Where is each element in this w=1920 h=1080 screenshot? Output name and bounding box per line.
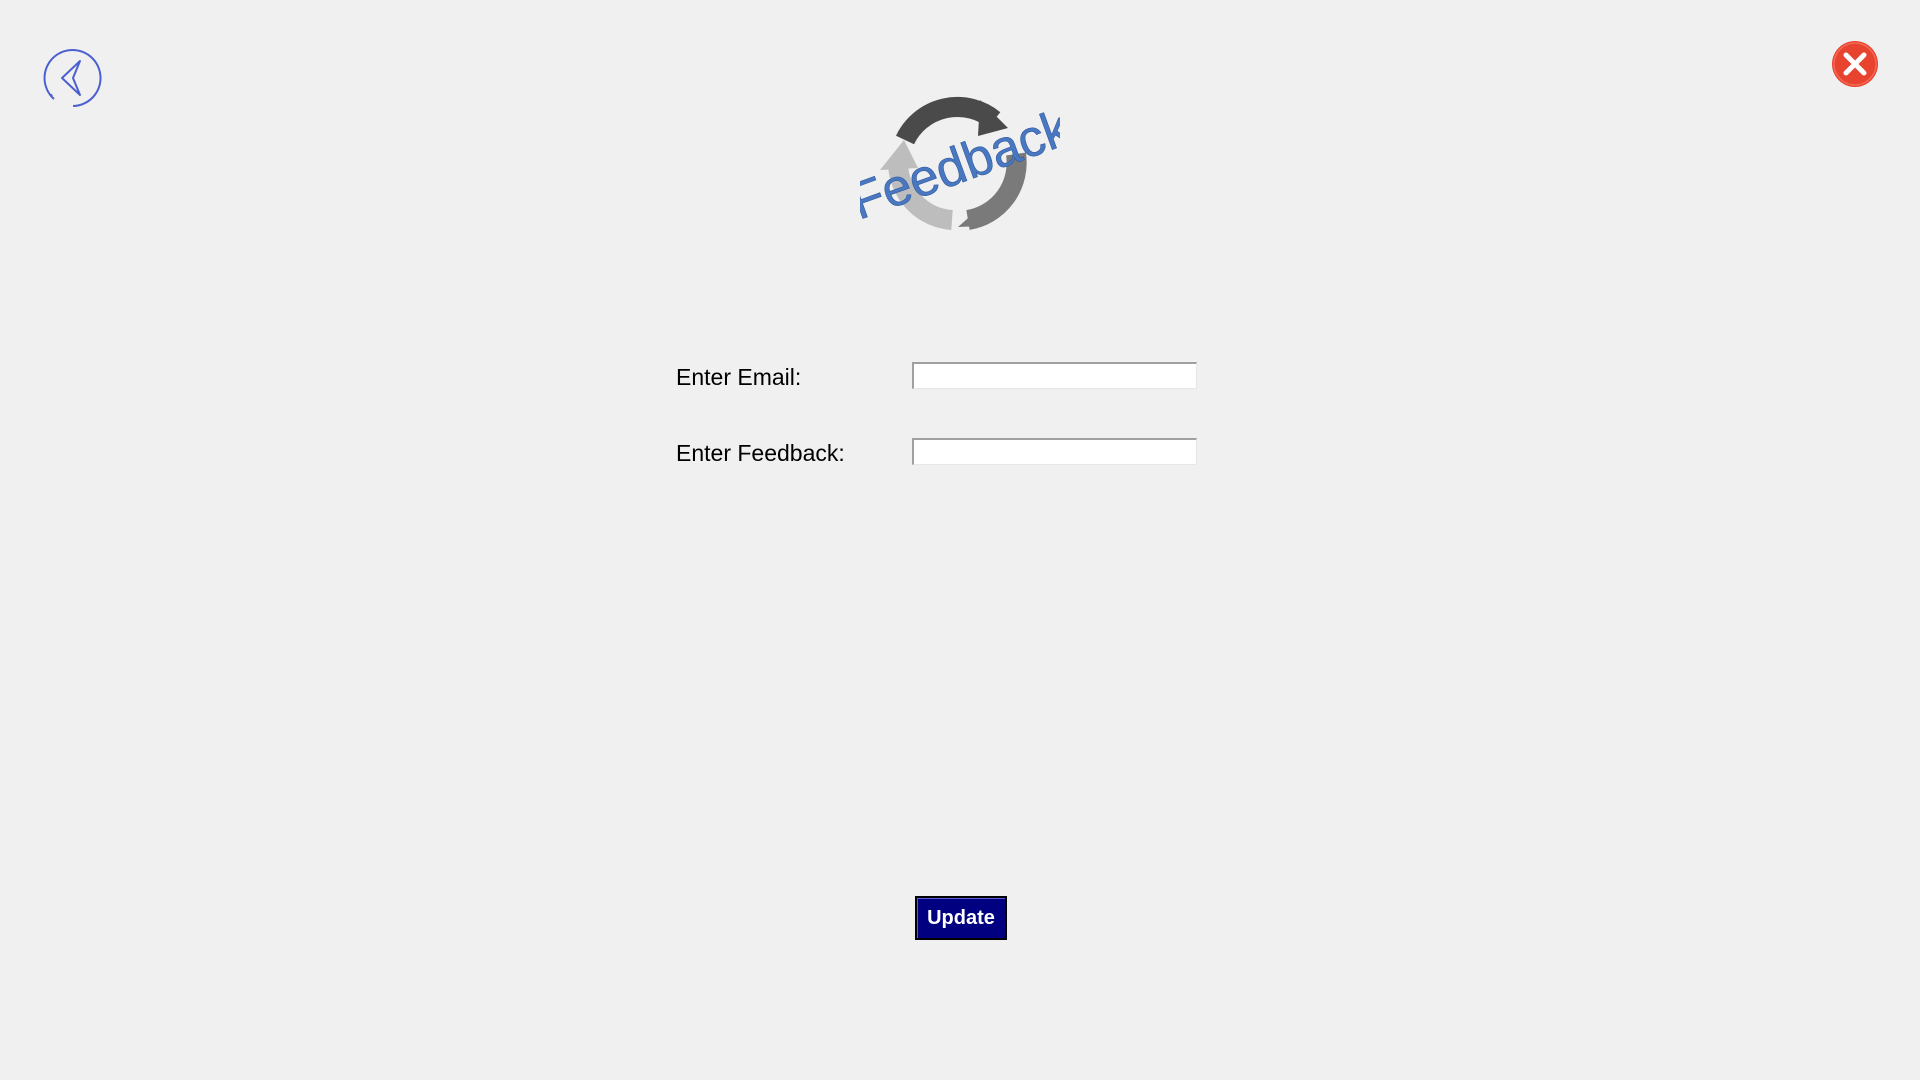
feedback-field[interactable]: [912, 438, 1197, 465]
update-button[interactable]: Update: [915, 896, 1007, 940]
back-button[interactable]: [42, 47, 104, 109]
logo-text: Feedback: [860, 98, 1060, 231]
refresh-cycle-arrows-icon: Feedback: [843, 97, 1079, 232]
email-field[interactable]: [912, 362, 1197, 389]
feedback-logo: Feedback: [843, 92, 1079, 232]
feedback-window: Feedback Enter Email: Enter Feedback: Up…: [0, 0, 1920, 1080]
back-arrow-circle-icon: [43, 49, 102, 107]
close-button[interactable]: [1831, 40, 1879, 88]
email-label: Enter Email:: [676, 364, 802, 390]
feedback-label: Enter Feedback:: [676, 440, 845, 466]
close-circle-icon: [1832, 41, 1878, 87]
